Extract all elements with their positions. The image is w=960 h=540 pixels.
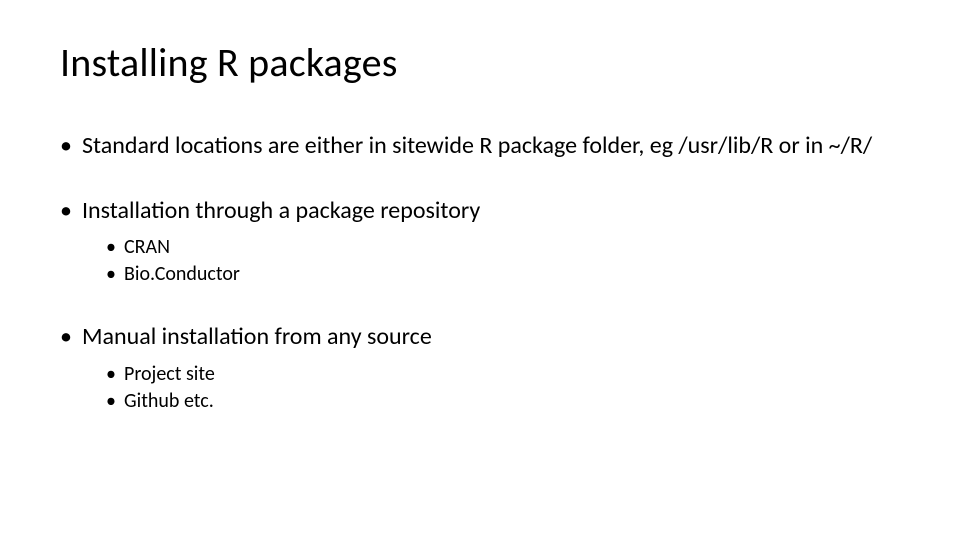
- list-item: Project site: [106, 361, 900, 388]
- sub-bullet-text: Github etc.: [124, 389, 214, 413]
- list-item: Github etc.: [106, 388, 900, 415]
- sub-bullet-list: CRAN Bio.Conductor: [82, 234, 900, 288]
- sub-bullet-text: Bio.Conductor: [124, 262, 240, 286]
- list-item: Standard locations are either in sitewid…: [60, 131, 900, 162]
- list-item: Manual installation from any source Proj…: [60, 322, 900, 415]
- slide-title: Installing R packages: [60, 38, 900, 87]
- list-item: Installation through a package repositor…: [60, 196, 900, 289]
- bullet-text: Manual installation from any source: [82, 322, 432, 351]
- list-item: Bio.Conductor: [106, 261, 900, 288]
- list-item: CRAN: [106, 234, 900, 261]
- sub-bullet-list: Project site Github etc.: [82, 361, 900, 415]
- sub-bullet-text: CRAN: [124, 235, 170, 259]
- bullet-text: Installation through a package repositor…: [82, 196, 480, 225]
- bullet-list: Standard locations are either in sitewid…: [60, 131, 900, 415]
- sub-bullet-text: Project site: [124, 362, 215, 386]
- bullet-text: Standard locations are either in sitewid…: [82, 131, 872, 160]
